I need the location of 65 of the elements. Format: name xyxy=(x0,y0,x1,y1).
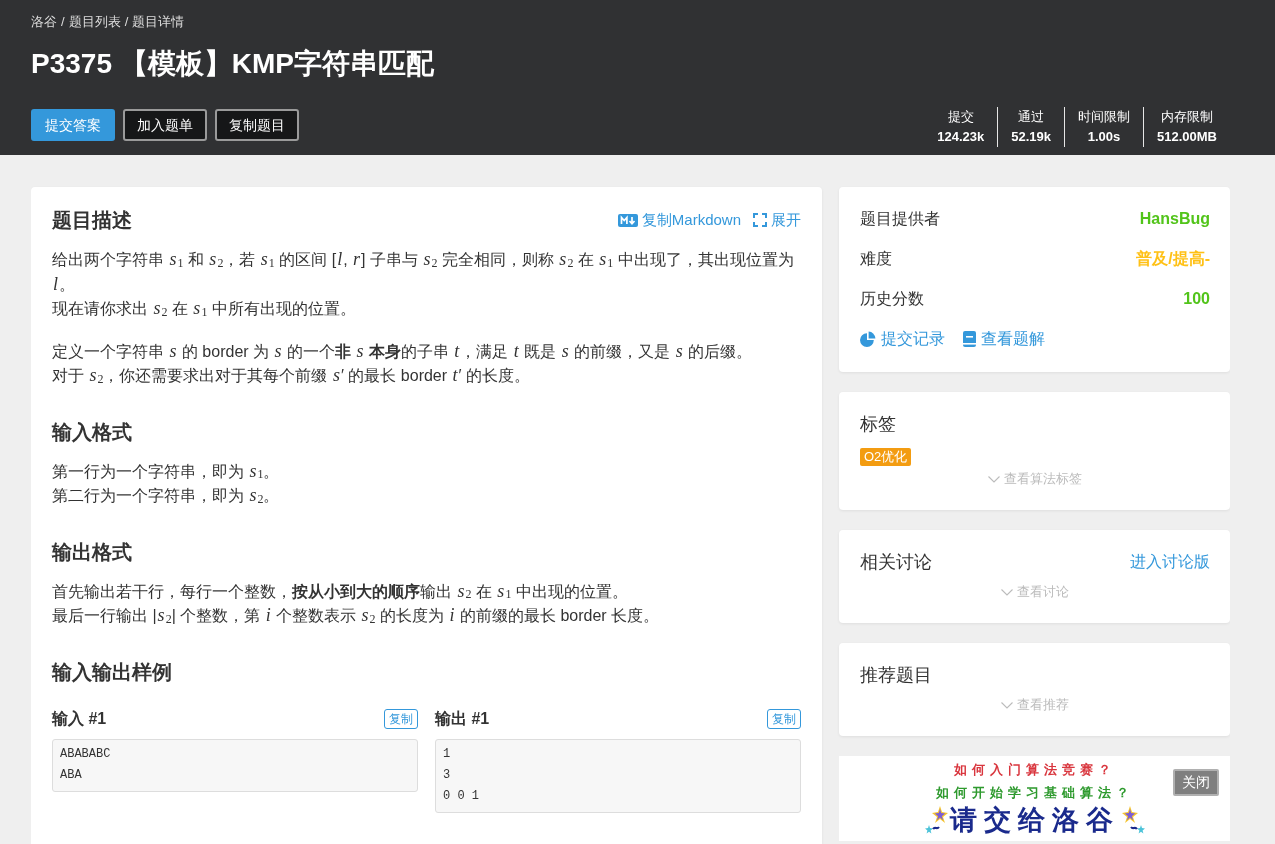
close-button[interactable]: 关闭 xyxy=(1173,769,1219,796)
stat-value: 1.00s xyxy=(1086,128,1122,146)
stat-label: 内存限制 xyxy=(1160,108,1214,126)
markdown-icon xyxy=(617,213,638,227)
breadcrumb-separator: / xyxy=(61,14,65,29)
expand-link[interactable]: 展开 xyxy=(753,210,801,230)
book-icon xyxy=(963,331,976,347)
sample-label: 输入 #1 xyxy=(52,708,107,729)
sample-code-block: ABABABC ABA xyxy=(52,738,418,792)
card-title: 推荐题目 xyxy=(860,664,933,687)
sample-label: 输出 #1 xyxy=(435,708,490,729)
problem-text: 首先输出若干行，每行一个整数，按从小到大的顺序输出 s$_{2}$ 在 s$_{1}$ 中出现的位置。 xyxy=(52,579,629,604)
problem-text: 第一行为一个字符串，即为 s$_{1}$。 xyxy=(52,459,281,484)
section-heading: 输入格式 xyxy=(52,419,132,445)
breadcrumb-separator: / xyxy=(124,14,129,29)
breadcrumb-link[interactable]: 题目详情 xyxy=(132,14,185,29)
ad-text: 如何入门算法竞赛？ xyxy=(953,761,1116,779)
problem-text: 定义一个字符串 s 的 border 为 s 的一个非 s 本身的子串 t，满足 t 既是 s 的前缀，又是 s 的后缀。 xyxy=(52,339,754,363)
info-label: 题目提供者 xyxy=(860,209,940,229)
stat-value: 512.00MB xyxy=(1157,128,1217,146)
pie-chart-icon xyxy=(860,331,876,347)
card-title: 标签 xyxy=(860,413,897,436)
show-recommendations-toggle[interactable]: 查看推荐 xyxy=(1001,696,1069,714)
submission-records-link[interactable]: 提交记录 xyxy=(860,327,945,351)
star-swirl-icon xyxy=(923,805,950,835)
show-discussions-toggle[interactable]: 查看讨论 xyxy=(1001,583,1069,601)
problem-title: P3375 【模板】KMP字符串匹配 xyxy=(31,47,435,81)
action-button[interactable]: 加入题单 xyxy=(123,109,207,141)
copy-markdown-link[interactable]: 复制Markdown xyxy=(617,210,741,230)
stat-label: 提交 xyxy=(946,108,975,126)
section-heading: 题目描述 xyxy=(52,208,132,233)
stat-label: 时间限制 xyxy=(1078,108,1130,126)
tag-label: O2优化 xyxy=(860,448,912,466)
copy-button[interactable]: 复制 xyxy=(384,708,418,729)
discussion-board-link[interactable]: 进入讨论版 xyxy=(1130,550,1210,574)
info-label: 难度 xyxy=(860,249,892,269)
info-label: 历史分数 xyxy=(860,289,924,309)
action-button[interactable]: 复制题目 xyxy=(215,109,299,141)
solutions-link[interactable]: 查看题解 xyxy=(963,327,1045,351)
stat-value: 52.19k xyxy=(1011,128,1051,146)
problem-text: 给出两个字符串 s$_{1}$ 和 s$_{2}$，若 s$_{1}$ 的区间 [l, r] 子串与 s$_{2}$ 完全相同，则称 s$_{2}$ 在 s$_{1}$ 中出现了，其出现位置为 l。 xyxy=(52,248,795,296)
info-value: 普及/提高- xyxy=(1136,249,1210,269)
stat-value: 124.23k xyxy=(937,128,985,146)
info-value: 100 xyxy=(1183,289,1210,309)
problem-text: 最后一行输出 |s$_{2}$| 个整数，第 i 个整数表示 s$_{2}$ 的长度为 i 的前缀的最长 border 长度。 xyxy=(52,604,661,628)
ad-text: 如何开始学习基础算法？ xyxy=(935,784,1134,802)
breadcrumb-link[interactable]: 洛谷 xyxy=(31,14,57,29)
breadcrumb-link[interactable]: 题目列表 xyxy=(68,14,121,29)
chevron-down-icon xyxy=(1001,588,1013,596)
chevron-down-icon xyxy=(1001,701,1013,709)
sample-code-block: 1 3 0 0 1 xyxy=(435,738,801,813)
submit-button[interactable]: 提交答案 xyxy=(31,109,115,141)
expand-icon xyxy=(753,213,767,227)
section-heading: 输出格式 xyxy=(52,539,132,565)
card-title: 相关讨论 xyxy=(860,551,932,574)
info-value: HansBug xyxy=(1139,209,1210,229)
section-heading: 输入输出样例 xyxy=(52,659,173,685)
chevron-down-icon xyxy=(988,475,1000,483)
problem-text: 现在请你求出 s$_{2}$ 在 s$_{1}$ 中所有出现的位置。 xyxy=(52,297,357,321)
problem-text: 第二行为一个字符串，即为 s$_{2}$。 xyxy=(52,484,281,508)
show-tags-toggle[interactable]: 查看算法标签 xyxy=(988,470,1082,488)
problem-text: 对于 s$_{2}$，你还需要求出对于其每个前缀 s′ 的最长 border t′ 的长度。 xyxy=(52,364,531,388)
stat-label: 通过 xyxy=(1017,108,1046,126)
copy-button[interactable]: 复制 xyxy=(767,708,801,729)
ad-text: 请交给洛谷 xyxy=(949,805,1120,835)
